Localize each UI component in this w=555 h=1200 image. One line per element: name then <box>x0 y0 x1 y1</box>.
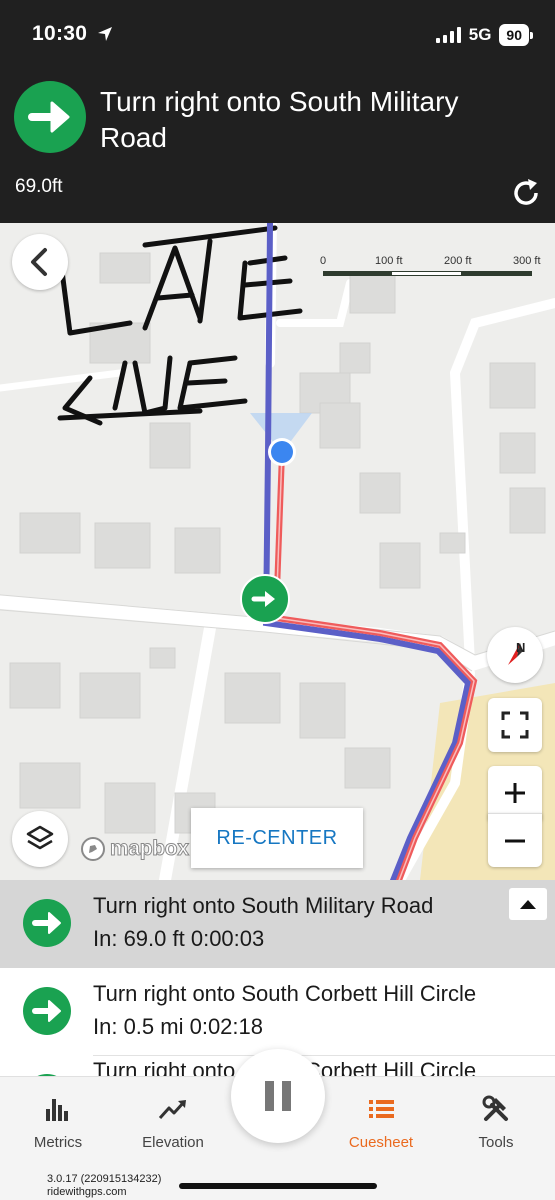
layers-icon <box>26 825 54 850</box>
mapbox-icon <box>81 837 105 861</box>
refresh-icon[interactable] <box>509 176 543 210</box>
tab-cuesheet[interactable]: Cuesheet <box>326 1093 436 1151</box>
cue-instruction: Turn right onto South Military Road <box>93 893 434 918</box>
recenter-button[interactable]: RE-CENTER <box>191 808 363 868</box>
tab-label: Tools <box>478 1134 514 1151</box>
chevron-left-icon <box>31 248 47 276</box>
home-indicator[interactable] <box>179 1183 377 1189</box>
tab-elevation[interactable]: Elevation <box>118 1093 228 1151</box>
tools-icon <box>482 1095 508 1121</box>
mapbox-attribution: mapbox <box>110 837 190 861</box>
cue-item[interactable]: Turn right onto South Corbett Hill Circl… <box>0 968 555 1056</box>
zoom-out-button[interactable] <box>488 813 542 867</box>
cue-detail: In: 0.5 mi 0:02:18 <box>93 1014 263 1039</box>
mapbox-logo: mapbox <box>80 835 190 863</box>
scale-label: 0 <box>320 255 327 267</box>
arrow-right-icon <box>14 81 86 153</box>
map-layers-button[interactable] <box>12 811 68 867</box>
navigation-header: 10:30 5G 90 Turn right onto South Milita… <box>0 0 555 223</box>
arrow-right-icon <box>23 987 71 1035</box>
triangle-up-icon <box>520 900 536 909</box>
map-view[interactable]: 0 100 ft 200 ft 300 ft N mapbox RE-CENTE… <box>0 223 555 880</box>
tab-label: Metrics <box>33 1134 83 1151</box>
back-button[interactable] <box>12 234 68 290</box>
map-scale: 0 100 ft 200 ft 300 ft <box>320 255 550 281</box>
status-bar: 10:30 5G 90 <box>32 22 533 52</box>
tab-label: Cuesheet <box>348 1134 414 1151</box>
network-label: 5G <box>468 25 492 44</box>
tab-metrics[interactable]: Metrics <box>3 1093 113 1151</box>
minus-icon <box>505 839 525 843</box>
plus-icon <box>505 783 525 803</box>
map-canvas <box>0 223 555 880</box>
cue-detail: In: 69.0 ft 0:00:03 <box>93 926 265 951</box>
pause-button[interactable] <box>231 1049 325 1143</box>
turn-instruction: Turn right onto South Military Road <box>100 86 459 153</box>
fullscreen-button[interactable] <box>488 698 542 752</box>
compass-icon: N <box>508 640 525 665</box>
version-text: 3.0.17 (220915134232) <box>47 1173 162 1185</box>
status-time: 10:30 <box>32 22 88 45</box>
app-version: 3.0.17 (220915134232) ridewithgps.com <box>47 1173 161 1199</box>
signal-icon <box>435 27 461 43</box>
bottom-navigation: Metrics Elevation Cuesheet Tools 3.0.17 … <box>0 1049 555 1200</box>
compass-button[interactable]: N <box>487 627 543 683</box>
scale-label: 100 ft <box>375 255 403 267</box>
tab-label: Elevation <box>142 1134 204 1151</box>
bar-chart-icon <box>46 1099 68 1121</box>
cuesheet-list: Turn right onto South Military Road In: … <box>0 880 555 1076</box>
site-text: ridewithgps.com <box>47 1186 127 1198</box>
cue-instruction: Turn right onto South Corbett Hill Circl… <box>93 981 477 1006</box>
collapse-cuesheet-button[interactable] <box>509 888 547 920</box>
tab-tools[interactable]: Tools <box>441 1093 551 1151</box>
cue-item[interactable]: Turn right onto South Military Road In: … <box>0 880 555 968</box>
zoom-in-button[interactable] <box>488 766 542 820</box>
fullscreen-icon <box>501 711 529 739</box>
distance-to-turn: 69.0ft <box>15 176 63 197</box>
battery-icon: 90 <box>499 24 533 46</box>
arrow-right-icon <box>23 899 71 947</box>
pause-icon <box>265 1081 291 1111</box>
scale-label: 200 ft <box>444 255 472 267</box>
compass-label: N <box>516 640 525 655</box>
trend-line-icon <box>158 1100 186 1120</box>
scale-label: 300 ft <box>513 255 541 267</box>
list-icon <box>369 1100 394 1118</box>
location-arrow-icon <box>98 27 112 41</box>
